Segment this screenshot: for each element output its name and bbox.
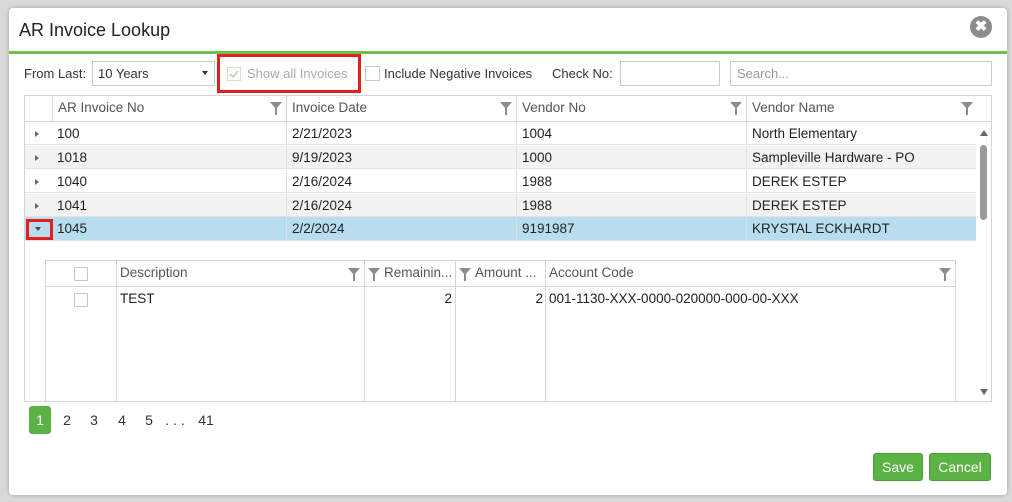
close-icon[interactable]: ✖ [970,16,992,38]
detail-header-remaining[interactable]: Remainin... [384,265,454,280]
from-last-label: From Last: [24,66,87,81]
grid-scrollbar[interactable] [976,122,991,401]
cell-vendor-no: 1988 [516,194,746,217]
filter-icon[interactable] [730,102,742,115]
page-1[interactable]: 1 [29,406,51,434]
cell-invoice-date: 2/21/2023 [286,122,516,145]
expand-row-icon[interactable] [35,131,39,137]
column-header-label: AR Invoice No [58,100,145,115]
ar-invoice-lookup-dialog: AR Invoice Lookup ✖ From Last: 10 Years … [9,8,1007,495]
select-all-checkbox[interactable] [74,267,88,281]
cell-vendor-no: 1000 [516,146,746,169]
expand-row-icon[interactable] [35,203,39,209]
column-header-invoice-date[interactable]: Invoice Date [286,96,516,122]
detail-header-description[interactable]: Description [120,265,348,280]
expand-row-icon[interactable] [35,155,39,161]
column-header-ar-invoice-no[interactable]: AR Invoice No [52,96,286,122]
grid-header: AR Invoice No Invoice Date Vendor No Ven… [25,96,991,122]
table-row[interactable]: 100 2/21/2023 1004 North Elementary [25,122,977,145]
search-input[interactable]: Search... [730,61,992,86]
dialog-title: AR Invoice Lookup [19,20,171,40]
page-4[interactable]: 4 [116,406,128,434]
cell-invoice-no: 1045 [57,221,88,236]
include-negative-invoices-label: Include Negative Invoices [384,66,533,81]
cell-vendor-no: 1004 [516,122,746,145]
row-checkbox[interactable] [74,293,88,307]
filter-icon[interactable] [348,268,360,281]
page-3[interactable]: 3 [88,406,100,434]
cell-vendor-no: 1988 [516,170,746,193]
from-last-select[interactable]: 10 Years [92,61,215,86]
chevron-down-icon [202,71,208,75]
column-header-vendor-no[interactable]: Vendor No [516,96,746,122]
include-negative-invoices-checkbox[interactable] [365,66,380,81]
filter-icon[interactable] [961,102,973,115]
detail-cell-remaining: 2 [444,291,452,306]
detail-header-account-code[interactable]: Account Code [549,265,929,280]
from-last-value: 10 Years [98,66,149,81]
expand-row-icon[interactable] [35,179,39,185]
check-no-label: Check No: [552,66,613,81]
table-row[interactable]: 1041 2/16/2024 1988 DEREK ESTEP [25,194,977,217]
cell-invoice-date: 2/2/2024 [286,217,516,240]
scroll-down-icon[interactable] [980,389,988,395]
cell-vendor-name: North Elementary [746,122,977,145]
dialog-titlebar: AR Invoice Lookup ✖ [9,8,1007,54]
detail-header-amount[interactable]: Amount ... [475,265,545,280]
cell-invoice-no: 1040 [57,174,88,189]
scroll-thumb[interactable] [980,145,987,220]
table-row[interactable]: 1040 2/16/2024 1988 DEREK ESTEP [25,170,977,193]
filter-icon[interactable] [500,102,512,115]
collapse-row-button[interactable] [25,219,53,240]
show-all-invoices-label: Show all Invoices [247,66,348,81]
filter-toolbar: From Last: 10 Years Show all Invoices In… [9,54,1007,93]
page-2[interactable]: 2 [61,406,73,434]
check-no-input[interactable] [620,61,720,86]
detail-column-divider [545,261,546,401]
cell-vendor-name: KRYSTAL ECKHARDT [746,217,977,240]
checkmark-icon [229,70,239,79]
detail-cell-account-code: 001-1130-XXX-0000-020000-000-00-XXX [549,291,799,306]
column-header-label: Vendor Name [752,100,835,115]
column-header-vendor-name[interactable]: Vendor Name [746,96,991,122]
detail-column-divider [116,261,117,401]
detail-panel: Description Remainin... Amount ... Accou… [25,241,977,401]
cell-invoice-no: 1018 [57,150,88,165]
detail-column-divider [364,261,365,401]
chevron-down-icon [35,227,41,231]
save-button[interactable]: Save [873,453,923,481]
cell-invoice-date: 2/16/2024 [286,194,516,217]
invoice-grid: AR Invoice No Invoice Date Vendor No Ven… [24,95,992,402]
detail-cell-description: TEST [120,291,155,306]
filter-icon[interactable] [459,268,471,281]
page-5[interactable]: 5 [143,406,155,434]
cell-vendor-name: DEREK ESTEP [746,170,977,193]
cell-invoice-no: 100 [57,126,80,141]
page-ellipsis[interactable]: . . . [163,406,187,434]
cell-vendor-name: Sampleville Hardware - PO [746,146,977,169]
detail-column-divider [455,261,456,401]
cell-invoice-date: 9/19/2023 [286,146,516,169]
cell-vendor-name: DEREK ESTEP [746,194,977,217]
table-row-selected[interactable]: 1045 2/2/2024 9191987 KRYSTAL ECKHARDT [25,217,977,241]
scroll-up-icon[interactable] [980,130,988,136]
cell-invoice-date: 2/16/2024 [286,170,516,193]
cell-invoice-no: 1041 [57,198,88,213]
column-header-label: Vendor No [522,100,586,115]
filter-icon[interactable] [368,268,380,281]
filter-icon[interactable] [939,268,951,281]
table-row[interactable]: 1018 9/19/2023 1000 Sampleville Hardware… [25,146,977,169]
column-header-label: Invoice Date [292,100,368,115]
page-41[interactable]: 41 [197,406,215,434]
show-all-invoices-checkbox[interactable] [227,67,241,81]
cancel-button[interactable]: Cancel [929,453,991,481]
cell-vendor-no: 9191987 [516,217,746,240]
detail-grid: Description Remainin... Amount ... Accou… [45,260,956,401]
filter-icon[interactable] [270,102,282,115]
detail-cell-amount: 2 [535,291,543,306]
